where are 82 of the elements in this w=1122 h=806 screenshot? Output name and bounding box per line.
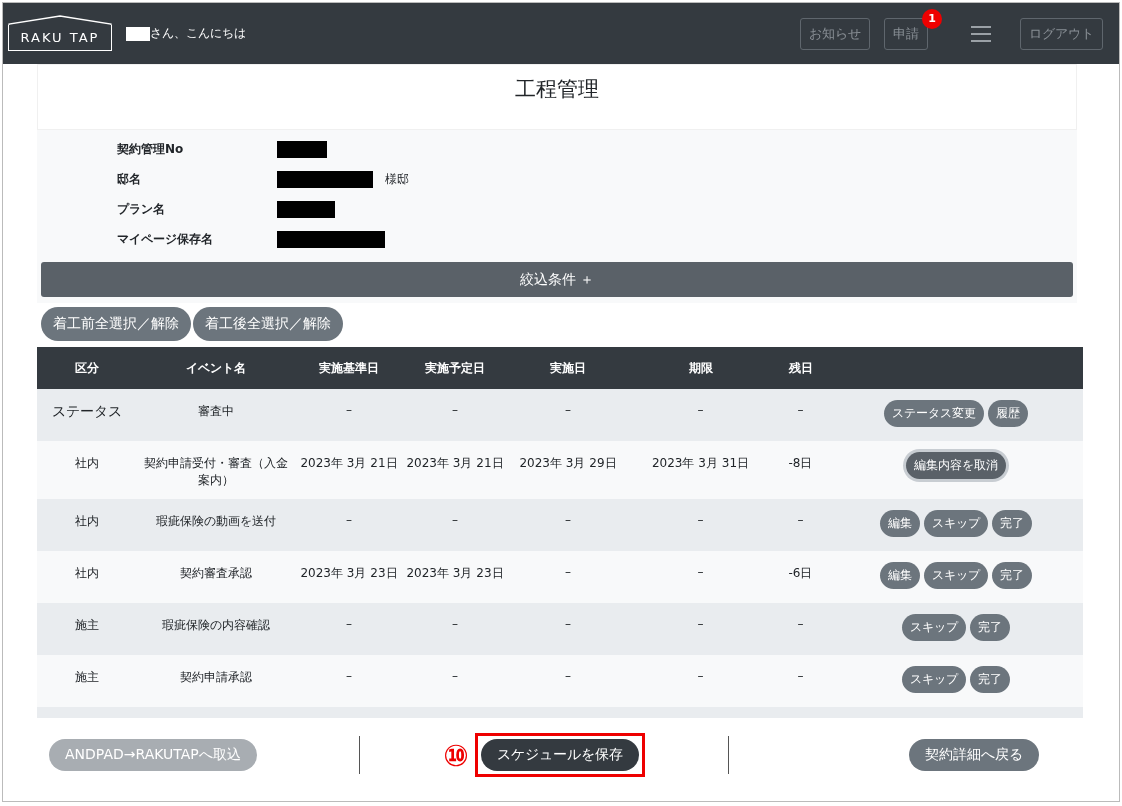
table-cell-text: –	[451, 402, 459, 417]
table-cell-text: 社内	[73, 565, 100, 582]
table-cell-text: 2023年 3月 23日	[299, 565, 399, 582]
table-cell-text: –	[796, 512, 805, 527]
greeting-text: さん、こんにちは	[150, 25, 246, 42]
row-action-button[interactable]: 完了	[969, 614, 1010, 641]
column-header: イベント名	[185, 359, 247, 377]
table-cell-text: 施主	[73, 617, 100, 634]
table-cell-text: 2023年 3月 21日	[299, 455, 399, 472]
table-cell-text: –	[564, 402, 572, 417]
row-action-button[interactable]: スキップ	[923, 510, 988, 537]
table-cell-text: 契約申請受付・審査（入金案内）	[143, 455, 289, 489]
table-cell-text: -6日	[787, 565, 814, 582]
table-cell-text: –	[451, 616, 459, 631]
table-cell-text: –	[345, 402, 353, 417]
table-cell-text: –	[345, 512, 353, 527]
redacted-block	[277, 200, 335, 218]
row-action-button[interactable]: スキップ	[901, 614, 966, 641]
redacted-block	[126, 26, 150, 41]
row-action-button[interactable]: 履歴	[987, 400, 1028, 427]
table-cell-text: –	[696, 616, 705, 631]
table-cell-text: –	[796, 668, 805, 683]
row-action-button[interactable]: 完了	[991, 562, 1032, 589]
table-cell-text: –	[564, 512, 572, 527]
count-badge: 1	[922, 8, 942, 29]
row-action-button[interactable]: 編集	[879, 510, 920, 537]
row-action-button[interactable]: 完了	[969, 666, 1010, 693]
redacted-block	[277, 140, 327, 158]
table-cell-text: –	[564, 616, 572, 631]
table-cell-text: –	[345, 616, 353, 631]
table-cell-text: –	[696, 668, 705, 683]
table-cell-text: –	[451, 512, 459, 527]
field-suffix: 様邸	[385, 170, 409, 188]
table-cell-text: 社内	[73, 513, 100, 530]
table-cell-text: –	[451, 668, 459, 683]
table-cell-text: 契約審査承認	[179, 565, 253, 582]
column-header: 残日	[787, 359, 814, 377]
row-action-button[interactable]: ステータス変更	[883, 400, 984, 427]
logout-button[interactable]: ログアウト	[1020, 17, 1103, 50]
column-header: 実施日	[549, 359, 587, 377]
notice-button[interactable]: お知らせ	[800, 17, 870, 50]
row-action-button[interactable]: 編集	[879, 562, 920, 589]
table-cell-text: 施主	[73, 669, 100, 686]
column-header: 区分	[73, 359, 100, 377]
table-cell-text: 審査中	[197, 403, 235, 420]
column-header: 実施予定日	[424, 359, 486, 377]
row-action-button[interactable]: 完了	[991, 510, 1032, 537]
table-cell-text: 瑕疵保険の動画を送付	[155, 513, 277, 530]
save-schedule-button[interactable]: スケジュールを保存	[480, 739, 639, 771]
table-cell-text: 瑕疵保険の内容確認	[161, 617, 271, 634]
table-cell-text: –	[696, 512, 705, 527]
field-label: 邸名	[117, 170, 142, 188]
table-cell-text: 社内	[73, 455, 100, 472]
select-all-button[interactable]: 着工後全選択／解除	[193, 307, 343, 341]
table-cell-text: 2023年 3月 31日	[650, 455, 751, 472]
field-label: マイページ保存名	[117, 230, 214, 248]
field-label: 契約管理No	[117, 140, 185, 158]
row-action-button[interactable]: スキップ	[923, 562, 988, 589]
menu-icon[interactable]	[970, 24, 992, 43]
table-cell-text: –	[564, 668, 572, 683]
table-cell-text: ステータス	[50, 402, 123, 421]
column-header: 実施基準日	[318, 359, 380, 377]
filter-bar[interactable]: 絞込条件 ＋	[41, 262, 1073, 297]
table-cell-text: 2023年 3月 21日	[405, 455, 505, 472]
column-header: 期限	[687, 359, 714, 377]
table-cell-text: –	[345, 668, 353, 683]
table-cell-text: –	[564, 564, 572, 579]
back-button[interactable]: 契約詳細へ戻る	[909, 739, 1039, 771]
table-cell-text: –	[796, 616, 805, 631]
page-title: 工程管理	[515, 76, 599, 103]
table-cell-text: –	[696, 402, 705, 417]
table-cell-text: 2023年 3月 23日	[405, 565, 505, 582]
row-action-button[interactable]: 編集内容を取消	[905, 452, 1006, 479]
table-cell-text: -8日	[787, 455, 814, 472]
field-label: プラン名	[117, 200, 166, 218]
table-cell-text: 2023年 3月 29日	[518, 455, 618, 472]
row-action-button[interactable]: スキップ	[901, 666, 966, 693]
table-cell-text: –	[796, 402, 805, 417]
table-cell-text: 契約申請承認	[179, 669, 253, 686]
select-all-button[interactable]: 着工前全選択／解除	[41, 307, 191, 341]
table-cell-text: –	[696, 564, 705, 579]
step-number: ⑩	[443, 737, 469, 773]
